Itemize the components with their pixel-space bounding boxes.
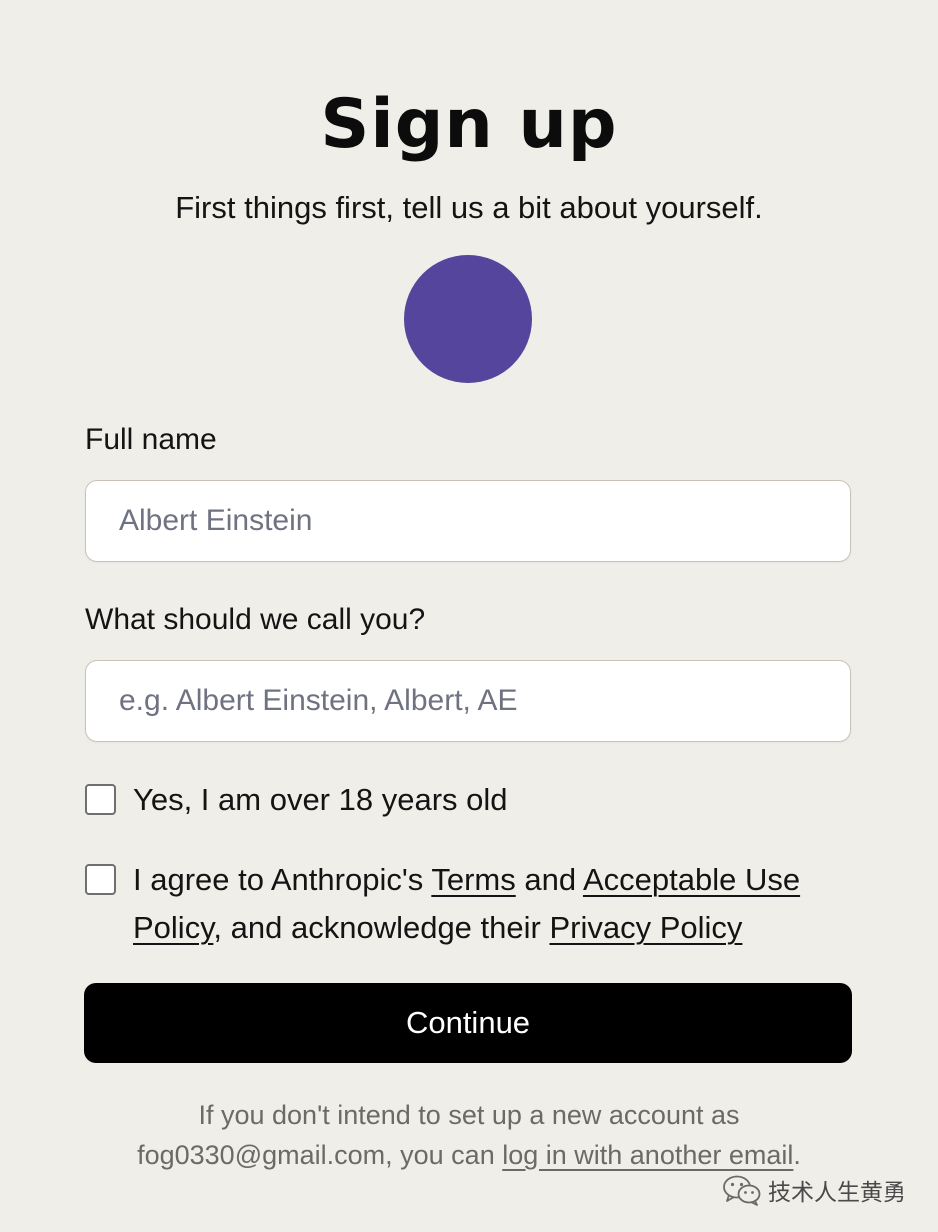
- terms-checkbox-label: I agree to Anthropic's Terms and Accepta…: [133, 856, 873, 952]
- continue-button[interactable]: Continue: [84, 983, 852, 1063]
- footer-text-3: .: [793, 1140, 801, 1170]
- avatar: [404, 255, 532, 383]
- footer-note: If you don't intend to set up a new acco…: [0, 1095, 938, 1175]
- privacy-policy-link[interactable]: Privacy Policy: [549, 910, 742, 945]
- terms-link[interactable]: Terms: [431, 862, 515, 897]
- footer-text-2: , you can: [385, 1140, 503, 1170]
- login-another-email-link[interactable]: log in with another email: [502, 1140, 793, 1170]
- footer-email: fog0330@gmail.com: [137, 1140, 386, 1170]
- full-name-input[interactable]: [85, 480, 851, 562]
- wechat-icon: [722, 1174, 762, 1206]
- footer-line-1: If you don't intend to set up a new acco…: [198, 1100, 740, 1130]
- age-checkbox-label: Yes, I am over 18 years old: [133, 782, 508, 817]
- watermark: 技术人生黄勇: [722, 1170, 906, 1210]
- nickname-label: What should we call you?: [85, 603, 426, 636]
- terms-checkbox[interactable]: [85, 864, 116, 895]
- page-title: Sign up: [320, 85, 618, 164]
- age-checkbox[interactable]: [85, 784, 116, 815]
- watermark-text: 技术人生黄勇: [768, 1180, 906, 1206]
- footer-line-2: fog0330@gmail.com, you can log in with a…: [0, 1135, 938, 1175]
- terms-text-3: , and acknowledge their: [213, 910, 550, 945]
- terms-text-1: I agree to Anthropic's: [133, 862, 432, 897]
- page-subtitle: First things first, tell us a bit about …: [175, 190, 763, 225]
- nickname-input[interactable]: [85, 660, 851, 742]
- full-name-label: Full name: [85, 423, 217, 456]
- terms-text-2: and: [515, 862, 583, 897]
